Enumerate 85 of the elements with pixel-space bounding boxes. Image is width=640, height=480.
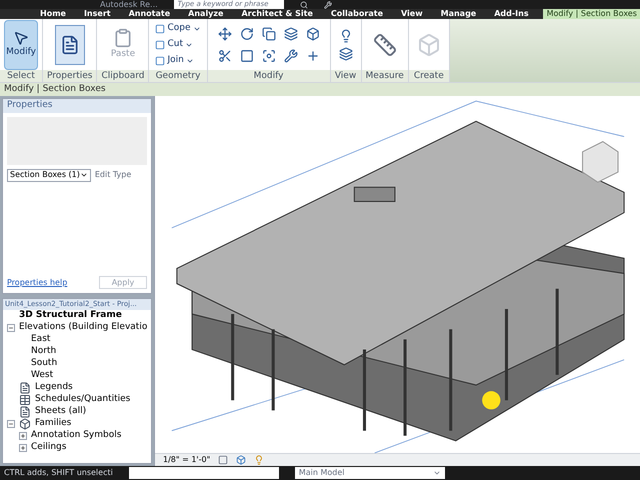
sheet-icon — [19, 406, 31, 418]
tool-icon — [284, 48, 298, 62]
properties-icon — [60, 34, 80, 54]
properties-button[interactable] — [54, 24, 85, 64]
ribbon-tab[interactable]: Annotate — [124, 9, 174, 19]
browser-item[interactable]: South — [31, 356, 58, 370]
tool-icon — [262, 26, 276, 40]
ribbon-tab[interactable]: Modify | Section Boxes — [542, 9, 640, 19]
browser-item[interactable]: Annotation Symbols — [31, 428, 122, 442]
view-tool-button[interactable] — [338, 46, 353, 60]
panel-title: Geometry — [149, 70, 207, 82]
tool-icon — [284, 26, 298, 40]
browser-item[interactable]: 3D Structural Frame — [19, 308, 122, 322]
pointer-icon — [13, 30, 29, 46]
palette-title: Properties — [3, 99, 151, 112]
status-text: CTRL adds, SHIFT unselecti — [4, 467, 113, 479]
panel-title: Properties — [43, 70, 96, 82]
browser-item[interactable]: Sheets (all) — [35, 404, 86, 418]
panel-title: Clipboard — [97, 70, 148, 82]
modify-tool-button[interactable] — [282, 46, 300, 64]
browser-item[interactable]: East — [31, 332, 50, 346]
tool-icon — [262, 48, 276, 62]
ribbon-tab[interactable]: Add-Ins — [490, 9, 533, 19]
panel-title: Create — [408, 70, 449, 82]
properties-help-link[interactable]: Properties help — [7, 276, 68, 288]
browser-item[interactable]: West — [31, 368, 54, 382]
ribbon-button[interactable]: Join — [153, 54, 203, 68]
tool-icon — [240, 26, 254, 40]
browser-item[interactable]: Elevations (Building Elevatio — [19, 320, 148, 334]
ribbon-tab[interactable]: View — [397, 9, 427, 19]
layers-icon — [338, 46, 353, 60]
caret-icon — [432, 469, 441, 477]
collapse-icon[interactable] — [7, 420, 15, 428]
tool-icon — [306, 26, 320, 40]
tool-icon — [306, 48, 320, 62]
legend-icon — [19, 382, 31, 394]
modify-tool-button[interactable] — [282, 24, 300, 42]
browser-item[interactable]: North — [31, 344, 56, 358]
group-icon — [416, 32, 441, 56]
panel-title: Modify — [208, 70, 330, 82]
search-icon[interactable] — [300, 0, 308, 8]
ruler-icon — [372, 32, 397, 56]
ribbon-tab[interactable]: Architect & Site — [237, 9, 317, 19]
tool-icon — [155, 24, 166, 34]
context-bar-label: Modify | Section Boxes — [4, 82, 106, 96]
ribbon-tab[interactable]: Insert — [80, 9, 115, 19]
collapse-icon[interactable] — [7, 324, 15, 332]
workset-field[interactable] — [128, 467, 279, 479]
view-cube-icon[interactable] — [582, 141, 619, 183]
app-title: Autodesk Re... — [100, 0, 158, 8]
visual-style-icon[interactable] — [236, 455, 246, 465]
detail-level-icon[interactable] — [218, 455, 228, 465]
view-scale[interactable]: 1/8" = 1'-0" — [163, 454, 210, 466]
cursor-highlight-icon — [482, 391, 500, 410]
ribbon-button[interactable]: Cut — [153, 38, 203, 52]
browser-item[interactable]: Families — [35, 416, 72, 430]
browser-item[interactable]: Schedules/Quantities — [35, 392, 130, 406]
model-selector[interactable]: Main Model — [294, 467, 445, 479]
browser-item[interactable]: Ceilings — [31, 440, 66, 454]
caret-icon — [80, 171, 88, 179]
ribbon-tab[interactable]: Manage — [436, 9, 480, 19]
family-icon — [19, 418, 31, 430]
modify-tool-button[interactable] — [260, 24, 278, 42]
browser-item[interactable]: Legends — [35, 380, 73, 394]
panel-title: Select — [0, 70, 42, 82]
tool-icon — [218, 26, 232, 40]
expand-icon[interactable] — [19, 444, 27, 452]
3d-viewport[interactable]: 1/8" = 1'-0" — [154, 96, 640, 466]
tool-icon — [155, 40, 166, 50]
tool-icon — [240, 48, 254, 62]
modify-tool-button[interactable] — [216, 24, 234, 42]
ribbon-button[interactable]: Modify — [4, 20, 38, 70]
expand-icon[interactable] — [19, 432, 27, 440]
tool-icon — [155, 56, 166, 66]
clipboard-icon — [112, 28, 133, 48]
ribbon-button[interactable]: Cope — [153, 22, 203, 36]
ribbon-tab[interactable]: Analyze — [184, 9, 228, 19]
type-selector[interactable]: Section Boxes (1) — [7, 168, 91, 182]
panel-title: View — [330, 70, 361, 82]
ribbon-tab[interactable]: Home — [36, 9, 70, 19]
ribbon-tab[interactable]: Collaborate — [326, 9, 387, 19]
table-icon — [19, 394, 31, 406]
tool-icon — [218, 48, 232, 62]
panel-title: Measure — [362, 70, 408, 82]
wrench-icon[interactable] — [324, 0, 332, 8]
